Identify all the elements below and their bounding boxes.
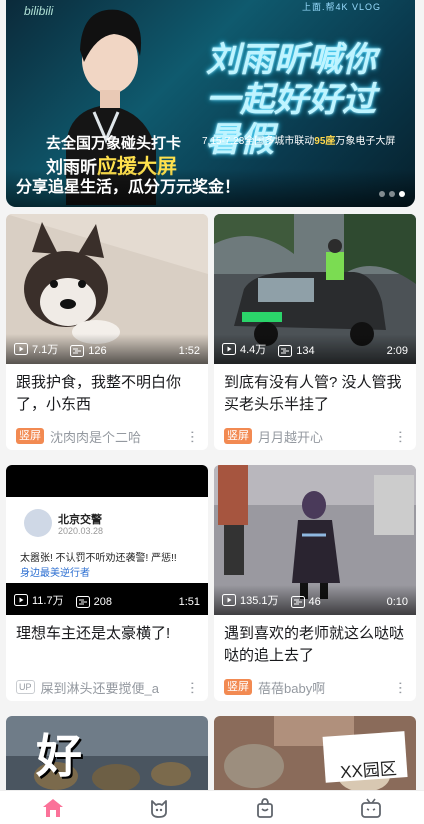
danmaku-count: 46 <box>308 596 321 608</box>
promo-banner[interactable]: bilibili 上面.帮4K VLOG 刘雨昕喊你一起好好过暑假 7.15-7… <box>6 0 415 207</box>
danmaku-count: 126 <box>88 345 107 357</box>
home-icon <box>43 798 63 817</box>
video-stats-bar: 135.1万 46 0:10 <box>214 585 416 615</box>
danmaku-count: 208 <box>93 596 112 608</box>
more-options-icon[interactable]: ⋯ <box>185 430 201 443</box>
danmaku-icon <box>290 596 305 608</box>
video-thumbnail[interactable]: 4.4万 134 2:09 <box>214 214 416 364</box>
danmaku-icon <box>75 596 90 608</box>
more-options-icon[interactable]: ⋯ <box>393 430 409 443</box>
tab-mall[interactable] <box>212 791 318 824</box>
view-count: 7.1万 <box>32 344 59 356</box>
video-card[interactable]: 好 鼠 <box>6 716 208 796</box>
dynamic-icon <box>151 799 167 818</box>
carousel-dot[interactable] <box>389 191 395 197</box>
more-options-icon[interactable]: ⋯ <box>185 681 201 694</box>
mall-icon <box>257 797 273 818</box>
play-count-icon <box>222 594 236 606</box>
view-count: 11.7万 <box>32 595 64 607</box>
tab-dynamic[interactable] <box>106 791 212 824</box>
tab-tv[interactable] <box>318 791 424 824</box>
video-title[interactable]: 理想车主还是太豪横了! <box>6 615 208 673</box>
video-duration: 2:09 <box>386 345 408 357</box>
video-meta: UP 屎到淋头还要搅便_a ⋯ <box>6 673 208 701</box>
banner-dates: 7.15-7.23全国多城市联动95座万象电子大屏 <box>202 136 396 147</box>
play-count-icon <box>14 343 28 355</box>
play-count-icon <box>14 594 28 606</box>
danmaku-count: 134 <box>296 345 315 357</box>
post-date: 2020.03.28 <box>58 526 104 536</box>
video-thumbnail[interactable]: 好 鼠 <box>6 716 208 796</box>
author-name[interactable]: 月月越开心 <box>258 427 323 446</box>
video-thumbnail[interactable]: XX园区 <box>214 716 416 796</box>
author-name[interactable]: 蓓蓓baby啊 <box>258 678 325 697</box>
banner-top-label: 上面.帮4K VLOG <box>301 2 381 12</box>
play-count-icon <box>222 343 236 355</box>
video-card[interactable]: XX园区 <box>214 716 416 796</box>
video-duration: 0:10 <box>386 596 408 608</box>
video-thumbnail[interactable]: 135.1万 46 0:10 <box>214 465 416 615</box>
video-meta: 竖屏 蓓蓓baby啊 ⋯ <box>214 673 416 701</box>
tab-home[interactable] <box>0 791 106 824</box>
video-title[interactable]: 遇到喜欢的老师就这么哒哒哒的追上去了 <box>214 615 416 673</box>
video-meta: 竖屏 月月越开心 ⋯ <box>214 422 416 450</box>
video-thumbnail[interactable]: 7.1万 126 1:52 <box>6 214 208 364</box>
author-name[interactable]: 屎到淋头还要搅便_a <box>41 678 159 697</box>
video-title[interactable]: 到底有没有人管? 没人管我买老头乐半挂了 <box>214 364 416 422</box>
carousel-dot-active[interactable] <box>399 191 405 197</box>
video-stats-bar: 7.1万 126 1:52 <box>6 334 208 364</box>
up-badge: UP <box>16 680 35 694</box>
video-thumbnail[interactable]: 北京交警 2020.03.28 太嚣张! 不认罚不听劝还袭警! 严惩!! 身边最… <box>6 465 208 615</box>
thumbnail-overlay-text: 好 鼠 <box>36 730 112 782</box>
video-duration: 1:51 <box>178 596 200 608</box>
post-text: 太嚣张! 不认罚不听劝还袭警! 严惩!! <box>20 553 177 564</box>
video-title[interactable]: 跟我护食，我整不明白你了，小东西 <box>6 364 208 422</box>
video-stats-bar: 11.7万 208 1:51 <box>6 585 208 615</box>
account-avatar <box>24 509 52 537</box>
bilibili-logo: bilibili <box>24 4 54 18</box>
video-card[interactable]: 4.4万 134 2:09 到底有没有人管? 没人管我买老头乐半挂了 竖屏 月月… <box>214 214 416 450</box>
more-options-icon[interactable]: ⋯ <box>393 681 409 694</box>
video-stats-bar: 4.4万 134 2:09 <box>214 334 416 364</box>
danmaku-icon <box>278 345 293 357</box>
thumbnail-overlay-text: XX园区 <box>339 759 398 782</box>
video-card[interactable]: 北京交警 2020.03.28 太嚣张! 不认罚不听劝还袭警! 严惩!! 身边最… <box>6 465 208 701</box>
post-account: 北京交警 <box>58 514 102 526</box>
carousel-indicator[interactable] <box>379 191 405 197</box>
author-name[interactable]: 沈肉肉是个二哈 <box>50 427 141 446</box>
bottom-tab-bar <box>0 790 424 824</box>
banner-caption: 分享追星生活，瓜分万元奖金！ <box>16 179 241 196</box>
vertical-video-badge: 竖屏 <box>224 428 252 444</box>
video-meta: 竖屏 沈肉肉是个二哈 ⋯ <box>6 422 208 450</box>
video-card[interactable]: 135.1万 46 0:10 遇到喜欢的老师就这么哒哒哒的追上去了 竖屏 蓓蓓b… <box>214 465 416 701</box>
tv-icon <box>361 798 381 818</box>
vertical-video-badge: 竖屏 <box>224 679 252 695</box>
vertical-video-badge: 竖屏 <box>16 428 44 444</box>
video-card[interactable]: 7.1万 126 1:52 跟我护食，我整不明白你了，小东西 竖屏 沈肉肉是个二… <box>6 214 208 450</box>
view-count: 4.4万 <box>240 344 267 356</box>
post-tag: 身边最美逆行者 <box>20 568 90 579</box>
view-count: 135.1万 <box>240 595 279 607</box>
danmaku-icon <box>70 345 85 357</box>
carousel-dot[interactable] <box>379 191 385 197</box>
letterbox-top <box>6 465 208 497</box>
video-duration: 1:52 <box>178 345 200 357</box>
